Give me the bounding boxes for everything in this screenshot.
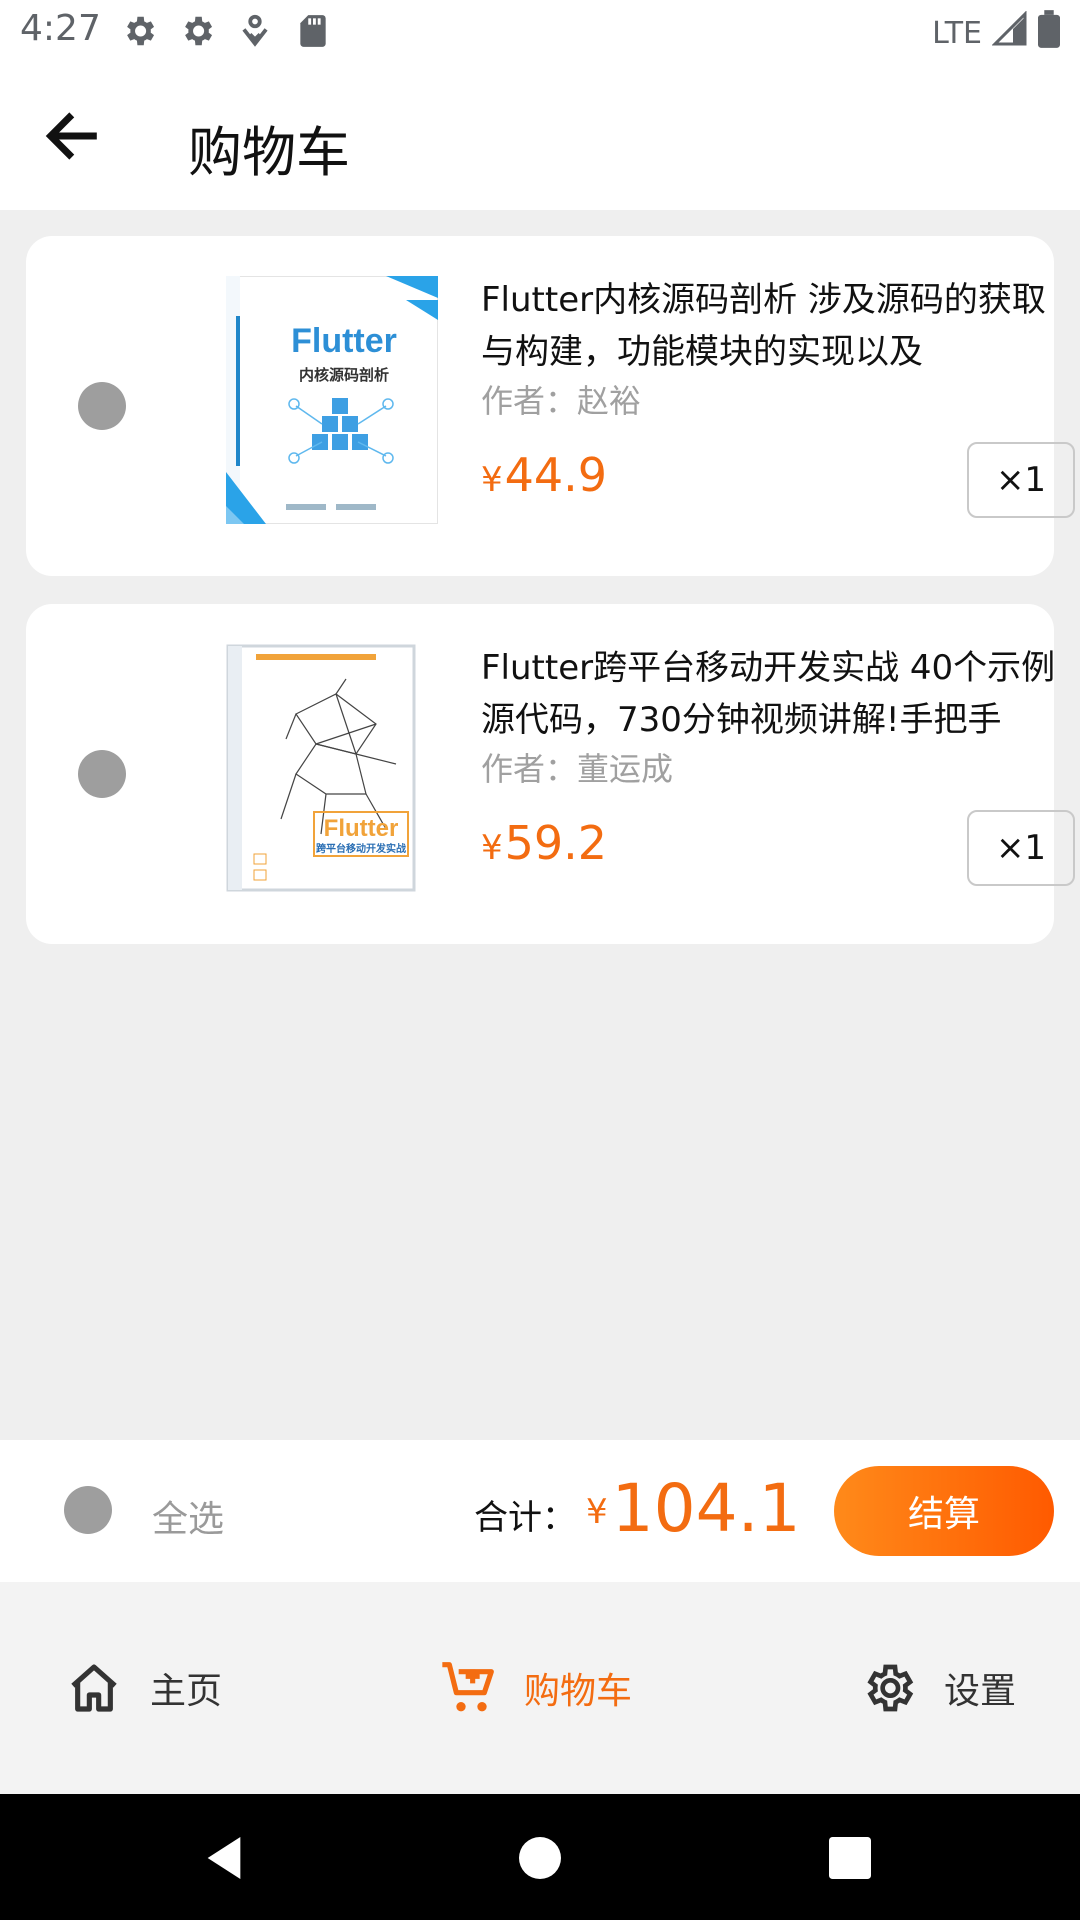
home-nav-button[interactable] <box>512 1830 568 1886</box>
status-bar: 4:27 LTE <box>0 0 1080 64</box>
triangle-back-icon <box>207 1837 241 1879</box>
book-cover-image: Flutter 内核源码剖析 <box>225 275 439 525</box>
item-title[interactable]: Flutter跨平台移动开发实战 40个示例源代码，730分钟视频讲解!手把手 <box>481 642 1061 746</box>
status-right: LTE <box>932 10 1060 56</box>
currency-symbol: ¥ <box>481 828 503 868</box>
status-time: 4:27 <box>20 8 101 49</box>
battery-icon <box>1038 10 1060 56</box>
cover-subtitle: 跨平台移动开发实战 <box>316 842 406 855</box>
select-all-radio[interactable] <box>64 1486 112 1534</box>
item-price: ¥44.9 <box>481 448 607 502</box>
quantity-button[interactable]: ×1 <box>967 442 1075 518</box>
arrow-left-icon <box>45 112 97 160</box>
nav-item-settings[interactable]: 设置 <box>860 1660 1016 1716</box>
item-title[interactable]: Flutter内核源码剖析 涉及源码的获取与构建，功能模块的实现以及 <box>481 274 1061 378</box>
cart-item: Flutter 内核源码剖析 Flutter内核源码剖析 涉及源码的获取与构建，… <box>26 236 1075 576</box>
item-price: ¥59.2 <box>481 816 607 870</box>
nav-item-home[interactable]: 主页 <box>66 1660 222 1716</box>
cart-item: Flutter 跨平台移动开发实战 Flutter跨平台移动开发实战 40个示例… <box>26 604 1075 944</box>
nav-item-cart[interactable]: 购物车 <box>440 1660 632 1716</box>
location-icon <box>236 12 274 50</box>
total-amount: ¥104.1 <box>586 1470 801 1547</box>
nav-label: 设置 <box>944 1671 1017 1712</box>
cover-title: Flutter <box>324 815 399 842</box>
price-value: 44.9 <box>504 448 608 502</box>
signal-icon <box>991 10 1028 55</box>
book-cover-image: Flutter 跨平台移动开发实战 <box>226 644 438 892</box>
gear-icon <box>867 1664 914 1712</box>
gear-icon <box>120 12 158 50</box>
item-author: 作者：赵裕 <box>481 382 642 420</box>
cover-subtitle: 内核源码剖析 <box>299 366 389 384</box>
square-recents-icon <box>829 1837 871 1879</box>
quantity-button[interactable]: ×1 <box>967 810 1075 886</box>
cover-title: Flutter <box>291 322 397 360</box>
recents-nav-button[interactable] <box>822 1830 878 1886</box>
notification-icons <box>120 12 332 50</box>
select-all-label[interactable]: 全选 <box>152 1490 224 1542</box>
system-nav-bar <box>0 1794 1080 1920</box>
price-value: 59.2 <box>504 816 608 870</box>
bottom-nav: 主页 购物车 设置 <box>0 1582 1080 1794</box>
total-label: 合计： <box>474 1498 576 1538</box>
item-select-radio[interactable] <box>78 750 126 798</box>
item-author: 作者：董运成 <box>481 750 674 788</box>
network-type: LTE <box>932 15 982 51</box>
checkout-button[interactable]: 结算 <box>834 1466 1054 1556</box>
home-icon <box>71 1664 117 1712</box>
currency-symbol: ¥ <box>586 1492 608 1532</box>
item-select-radio[interactable] <box>78 382 126 430</box>
currency-symbol: ¥ <box>481 460 503 500</box>
circle-home-icon <box>519 1837 561 1879</box>
nav-label: 主页 <box>150 1671 223 1712</box>
back-nav-button[interactable] <box>196 1830 252 1886</box>
cart-icon <box>442 1662 494 1712</box>
page-title: 购物车 <box>188 121 350 184</box>
app-bar: 购物车 <box>0 64 1080 210</box>
gear-icon <box>178 12 216 50</box>
checkout-bar: 全选 合计： ¥104.1 结算 <box>0 1440 1080 1583</box>
total-value: 104.1 <box>611 1470 801 1547</box>
sd-card-icon <box>294 12 332 50</box>
back-button[interactable] <box>40 104 104 168</box>
nav-label: 购物车 <box>524 1671 633 1712</box>
